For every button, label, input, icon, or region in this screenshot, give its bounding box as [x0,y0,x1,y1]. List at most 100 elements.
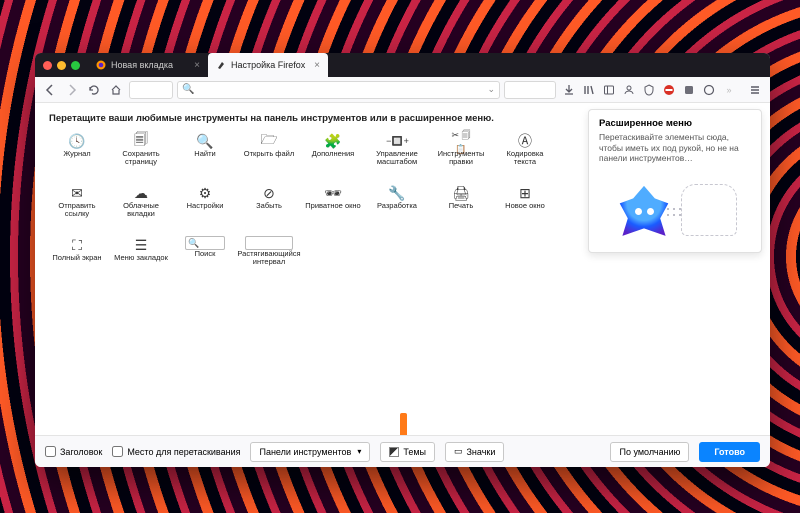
tool-zoom[interactable]: − 🔲 +Управление масштабом [365,130,429,180]
customize-page: Перетащите ваши любимые инструменты на п… [35,103,770,435]
window-icon: ⊞ [514,184,536,202]
tool-private[interactable]: 🕶Приватное окно [301,182,365,232]
tool-new-window[interactable]: ⊞Новое окно [493,182,557,232]
restore-defaults-label: По умолчанию [619,447,680,457]
forget-icon: ⊘ [258,184,280,202]
overflow-panel-body: Перетаскивайте элементы сюда, чтобы имет… [599,132,751,164]
tool-bookmarks-menu[interactable]: ☰Меню закладок [109,234,173,284]
tool-addons[interactable]: 🧩Дополнения [301,130,365,180]
history-icon: 🕓 [66,132,88,150]
toolbars-dropdown-label: Панели инструментов [259,447,351,457]
forward-button[interactable] [63,81,81,99]
search-bar[interactable]: 🔍 ⌄ [177,81,500,99]
ghost-outline-icon [681,184,737,236]
tab-new[interactable]: Новая вкладка × [88,53,208,77]
title-checkbox-input[interactable] [45,446,56,457]
cloud-icon: ☁ [130,184,152,202]
tool-print[interactable]: 🖨Печать [429,182,493,232]
home-button[interactable] [107,81,125,99]
url-bar[interactable] [129,81,173,99]
tool-synced-tabs[interactable]: ☁Облачные вкладки [109,182,173,232]
title-checkbox[interactable]: Заголовок [45,446,102,457]
app-menu-button[interactable] [746,81,764,99]
density-button-label: Значки [467,447,496,457]
themes-button-label: Темы [403,447,426,457]
tab-strip: Новая вкладка × Настройка Firefox × [35,53,770,77]
toolbar-right-icons: » [560,81,738,99]
download-icon[interactable] [560,81,578,99]
overflow-icon[interactable]: » [720,81,738,99]
private-icon: 🕶 [322,184,344,202]
mascot-icon [617,186,671,236]
wrench-icon: 🔧 [386,184,408,202]
overflow-illustration [599,172,751,242]
restore-defaults-button[interactable]: По умолчанию [610,442,689,462]
dropdown-icon[interactable]: ⌄ [487,84,495,95]
edit-tools-icon: ✂ 🗐 📋 [450,132,472,150]
tool-open-file[interactable]: 🗁Открыть файл [237,130,301,180]
shield-icon[interactable] [640,81,658,99]
fullscreen-icon: ⛶ [66,236,88,254]
density-button[interactable]: ▭ Значки [445,442,504,462]
density-icon: ▭ [454,446,463,457]
close-tab-icon[interactable]: × [314,60,320,71]
reload-button[interactable] [85,81,103,99]
themes-button[interactable]: Темы [380,442,435,462]
window-controls [35,53,88,77]
tool-send-link[interactable]: ✉Отправить ссылку [45,182,109,232]
zoom-window-button[interactable] [71,61,80,70]
tool-encoding[interactable]: ⒶКодировка текста [493,130,557,180]
themes-icon [389,447,399,457]
toolbars-dropdown[interactable]: Панели инструментов [250,442,370,462]
secondary-search-bar[interactable] [504,81,556,99]
encoding-icon: Ⓐ [514,132,536,150]
title-checkbox-label: Заголовок [60,447,102,457]
annotation-arrow-icon [390,413,416,435]
tool-flexible-space[interactable]: Растягивающийся интервал [237,234,301,284]
customize-footer: Заголовок Место для перетаскивания Панел… [35,435,770,467]
tool-save-page[interactable]: 🗐Сохранить страницу [109,130,173,180]
close-tab-icon[interactable]: × [194,60,200,71]
tool-devtools[interactable]: 🔧Разработка [365,182,429,232]
search-icon: 🔍 [182,84,194,95]
extension-icon[interactable] [680,81,698,99]
close-window-button[interactable] [43,61,52,70]
puzzle-icon: 🧩 [322,132,344,150]
minimize-window-button[interactable] [57,61,66,70]
tool-settings[interactable]: ⚙Настройки [173,182,237,232]
tool-fullscreen[interactable]: ⛶Полный экран [45,234,109,284]
tool-find[interactable]: 🔍Найти [173,130,237,180]
customize-favicon-icon [216,60,226,70]
gear-icon: ⚙ [194,184,216,202]
done-button-label: Готово [714,447,745,457]
dragspace-checkbox[interactable]: Место для перетаскивания [112,446,240,457]
bookmarks-menu-icon: ☰ [130,236,152,254]
tab-label: Настройка Firefox [231,60,305,70]
dragspace-checkbox-label: Место для перетаскивания [127,447,240,457]
account-icon[interactable] [620,81,638,99]
browser-window: Новая вкладка × Настройка Firefox × 🔍 ⌄ [35,53,770,467]
tab-label: Новая вкладка [111,60,173,70]
tool-search[interactable]: 🔍Поиск [173,234,237,284]
adblock-icon[interactable] [660,81,678,99]
overflow-panel-title: Расширенное меню [599,118,751,129]
dragspace-checkbox-input[interactable] [112,446,123,457]
mail-icon: ✉ [66,184,88,202]
sidebar-icon[interactable] [600,81,618,99]
firefox-favicon-icon [96,60,106,70]
print-icon: 🖨 [450,184,472,202]
library-icon[interactable] [580,81,598,99]
extension2-icon[interactable] [700,81,718,99]
tool-edit[interactable]: ✂ 🗐 📋Инструменты правки [429,130,493,180]
folder-icon: 🗁 [258,132,280,150]
done-button[interactable]: Готово [699,442,760,462]
save-page-icon: 🗐 [130,132,152,150]
nav-toolbar: 🔍 ⌄ » [35,77,770,103]
overflow-panel[interactable]: Расширенное меню Перетаскивайте элементы… [588,109,762,253]
tab-customize[interactable]: Настройка Firefox × [208,53,328,77]
tool-history[interactable]: 🕓Журнал [45,130,109,180]
tool-forget[interactable]: ⊘Забыть [237,182,301,232]
back-button[interactable] [41,81,59,99]
zoom-icon: − 🔲 + [386,132,408,150]
search-box-icon: 🔍 [185,236,225,250]
